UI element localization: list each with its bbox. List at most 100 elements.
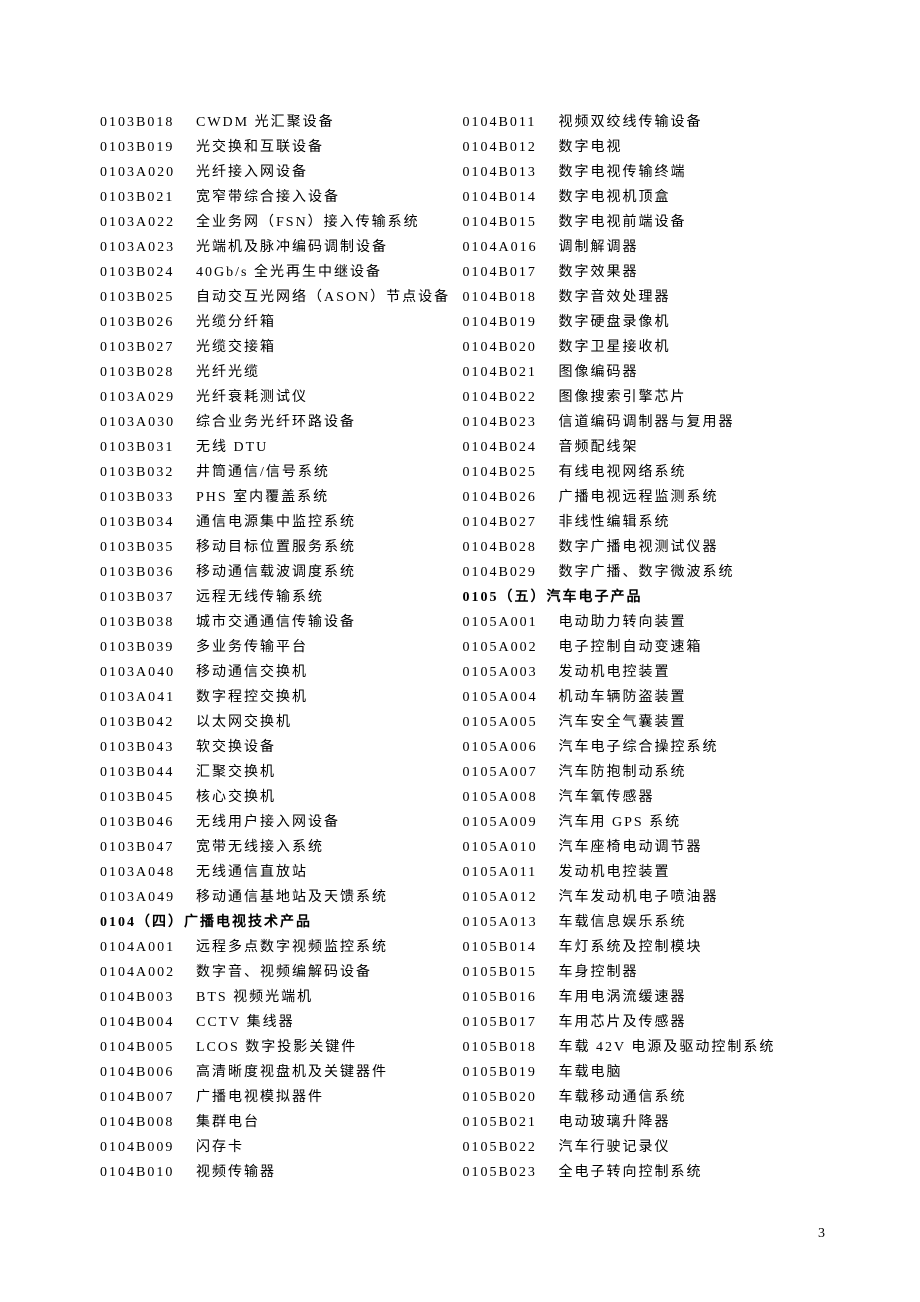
item-code: 0104B007 <box>100 1085 196 1110</box>
item-code: 0103B043 <box>100 735 196 760</box>
item-code: 0104B027 <box>463 510 559 535</box>
catalog-row: 0103A040移动通信交换机 <box>100 660 463 685</box>
catalog-row: 0103B042以太网交换机 <box>100 710 463 735</box>
catalog-row: 0105A013车载信息娱乐系统 <box>463 910 826 935</box>
item-desc: CCTV 集线器 <box>196 1010 463 1035</box>
item-desc: 非线性编辑系统 <box>559 510 826 535</box>
catalog-row: 0105B016车用电涡流缓速器 <box>463 985 826 1010</box>
item-desc: 发动机电控装置 <box>559 660 826 685</box>
item-desc: 移动通信基地站及天馈系统 <box>196 885 463 910</box>
item-desc: 光端机及脉冲编码调制设备 <box>196 235 463 260</box>
catalog-row: 0105B022汽车行驶记录仪 <box>463 1135 826 1160</box>
catalog-row: 0104B021图像编码器 <box>463 360 826 385</box>
catalog-row: 0103B038城市交通通信传输设备 <box>100 610 463 635</box>
item-code: 0103B044 <box>100 760 196 785</box>
item-desc: 数字效果器 <box>559 260 826 285</box>
catalog-row: 0103B021宽窄带综合接入设备 <box>100 185 463 210</box>
catalog-row: 0104B004CCTV 集线器 <box>100 1010 463 1035</box>
catalog-row: 0105A001电动助力转向装置 <box>463 610 826 635</box>
item-code: 0103A030 <box>100 410 196 435</box>
item-desc: 车用电涡流缓速器 <box>559 985 826 1010</box>
content-columns: 0103B018CWDM 光汇聚设备0103B019光交换和互联设备0103A0… <box>100 110 825 1185</box>
item-code: 0103B025 <box>100 285 196 310</box>
item-code: 0103B026 <box>100 310 196 335</box>
item-desc: 无线通信直放站 <box>196 860 463 885</box>
item-desc: 机动车辆防盗装置 <box>559 685 826 710</box>
item-code: 0105B019 <box>463 1060 559 1085</box>
item-code: 0104B024 <box>463 435 559 460</box>
catalog-row: 0104B019数字硬盘录像机 <box>463 310 826 335</box>
item-code: 0103B021 <box>100 185 196 210</box>
item-desc: 汽车发动机电子喷油器 <box>559 885 826 910</box>
catalog-row: 0105A008汽车氧传感器 <box>463 785 826 810</box>
item-code: 0103A041 <box>100 685 196 710</box>
item-desc: 远程无线传输系统 <box>196 585 463 610</box>
catalog-row: 0103B033PHS 室内覆盖系统 <box>100 485 463 510</box>
item-code: 0103A048 <box>100 860 196 885</box>
item-code: 0104B012 <box>463 135 559 160</box>
catalog-row: 0104B012数字电视 <box>463 135 826 160</box>
item-desc: PHS 室内覆盖系统 <box>196 485 463 510</box>
item-code: 0105B021 <box>463 1110 559 1135</box>
item-desc: 图像搜索引擎芯片 <box>559 385 826 410</box>
catalog-row: 0104A016调制解调器 <box>463 235 826 260</box>
heading-text: 0105（五）汽车电子产品 <box>463 585 643 610</box>
item-desc: 以太网交换机 <box>196 710 463 735</box>
item-desc: 数字音、视频编解码设备 <box>196 960 463 985</box>
item-desc: 信道编码调制器与复用器 <box>559 410 826 435</box>
catalog-row: 0103A030综合业务光纤环路设备 <box>100 410 463 435</box>
item-desc: 光纤光缆 <box>196 360 463 385</box>
item-desc: 视频传输器 <box>196 1160 463 1185</box>
item-code: 0104B020 <box>463 335 559 360</box>
item-desc: 无线 DTU <box>196 435 463 460</box>
catalog-row: 0103B034通信电源集中监控系统 <box>100 510 463 535</box>
item-desc: 远程多点数字视频监控系统 <box>196 935 463 960</box>
item-desc: 广播电视远程监测系统 <box>559 485 826 510</box>
catalog-row: 0103B045核心交换机 <box>100 785 463 810</box>
item-desc: 数字音效处理器 <box>559 285 826 310</box>
item-desc: 数字电视机顶盒 <box>559 185 826 210</box>
item-desc: 数字电视 <box>559 135 826 160</box>
catalog-row: 0103B036移动通信载波调度系统 <box>100 560 463 585</box>
catalog-row: 0105B019车载电脑 <box>463 1060 826 1085</box>
catalog-row: 0103B02440Gb/s 全光再生中继设备 <box>100 260 463 285</box>
item-code: 0103B039 <box>100 635 196 660</box>
item-code: 0103B035 <box>100 535 196 560</box>
item-desc: 电动玻璃升降器 <box>559 1110 826 1135</box>
item-desc: 汇聚交换机 <box>196 760 463 785</box>
item-desc: 数字电视传输终端 <box>559 160 826 185</box>
item-code: 0103A020 <box>100 160 196 185</box>
item-desc: BTS 视频光端机 <box>196 985 463 1010</box>
catalog-row: 0104B015数字电视前端设备 <box>463 210 826 235</box>
catalog-row: 0104A002数字音、视频编解码设备 <box>100 960 463 985</box>
item-desc: 集群电台 <box>196 1110 463 1135</box>
item-code: 0105A007 <box>463 760 559 785</box>
catalog-row: 0104B022图像搜索引擎芯片 <box>463 385 826 410</box>
catalog-row: 0104B017数字效果器 <box>463 260 826 285</box>
catalog-row: 0103B031无线 DTU <box>100 435 463 460</box>
catalog-row: 0103B018CWDM 光汇聚设备 <box>100 110 463 135</box>
item-code: 0105B023 <box>463 1160 559 1185</box>
item-desc: 移动目标位置服务系统 <box>196 535 463 560</box>
item-desc: 光缆交接箱 <box>196 335 463 360</box>
item-code: 0105A012 <box>463 885 559 910</box>
item-desc: 数字广播、数字微波系统 <box>559 560 826 585</box>
item-code: 0105A003 <box>463 660 559 685</box>
catalog-row: 0105B021电动玻璃升降器 <box>463 1110 826 1135</box>
item-desc: 井筒通信/信号系统 <box>196 460 463 485</box>
catalog-row: 0105A005汽车安全气囊装置 <box>463 710 826 735</box>
item-desc: 汽车电子综合操控系统 <box>559 735 826 760</box>
item-code: 0105B022 <box>463 1135 559 1160</box>
section-heading: 0104（四）广播电视技术产品 <box>100 910 463 935</box>
item-desc: LCOS 数字投影关键件 <box>196 1035 463 1060</box>
item-code: 0103B047 <box>100 835 196 860</box>
catalog-row: 0103B037远程无线传输系统 <box>100 585 463 610</box>
item-code: 0103A023 <box>100 235 196 260</box>
catalog-row: 0104B023信道编码调制器与复用器 <box>463 410 826 435</box>
item-desc: 城市交通通信传输设备 <box>196 610 463 635</box>
item-code: 0105A005 <box>463 710 559 735</box>
item-code: 0103B019 <box>100 135 196 160</box>
item-code: 0104B018 <box>463 285 559 310</box>
catalog-row: 0105A006汽车电子综合操控系统 <box>463 735 826 760</box>
item-code: 0104B021 <box>463 360 559 385</box>
